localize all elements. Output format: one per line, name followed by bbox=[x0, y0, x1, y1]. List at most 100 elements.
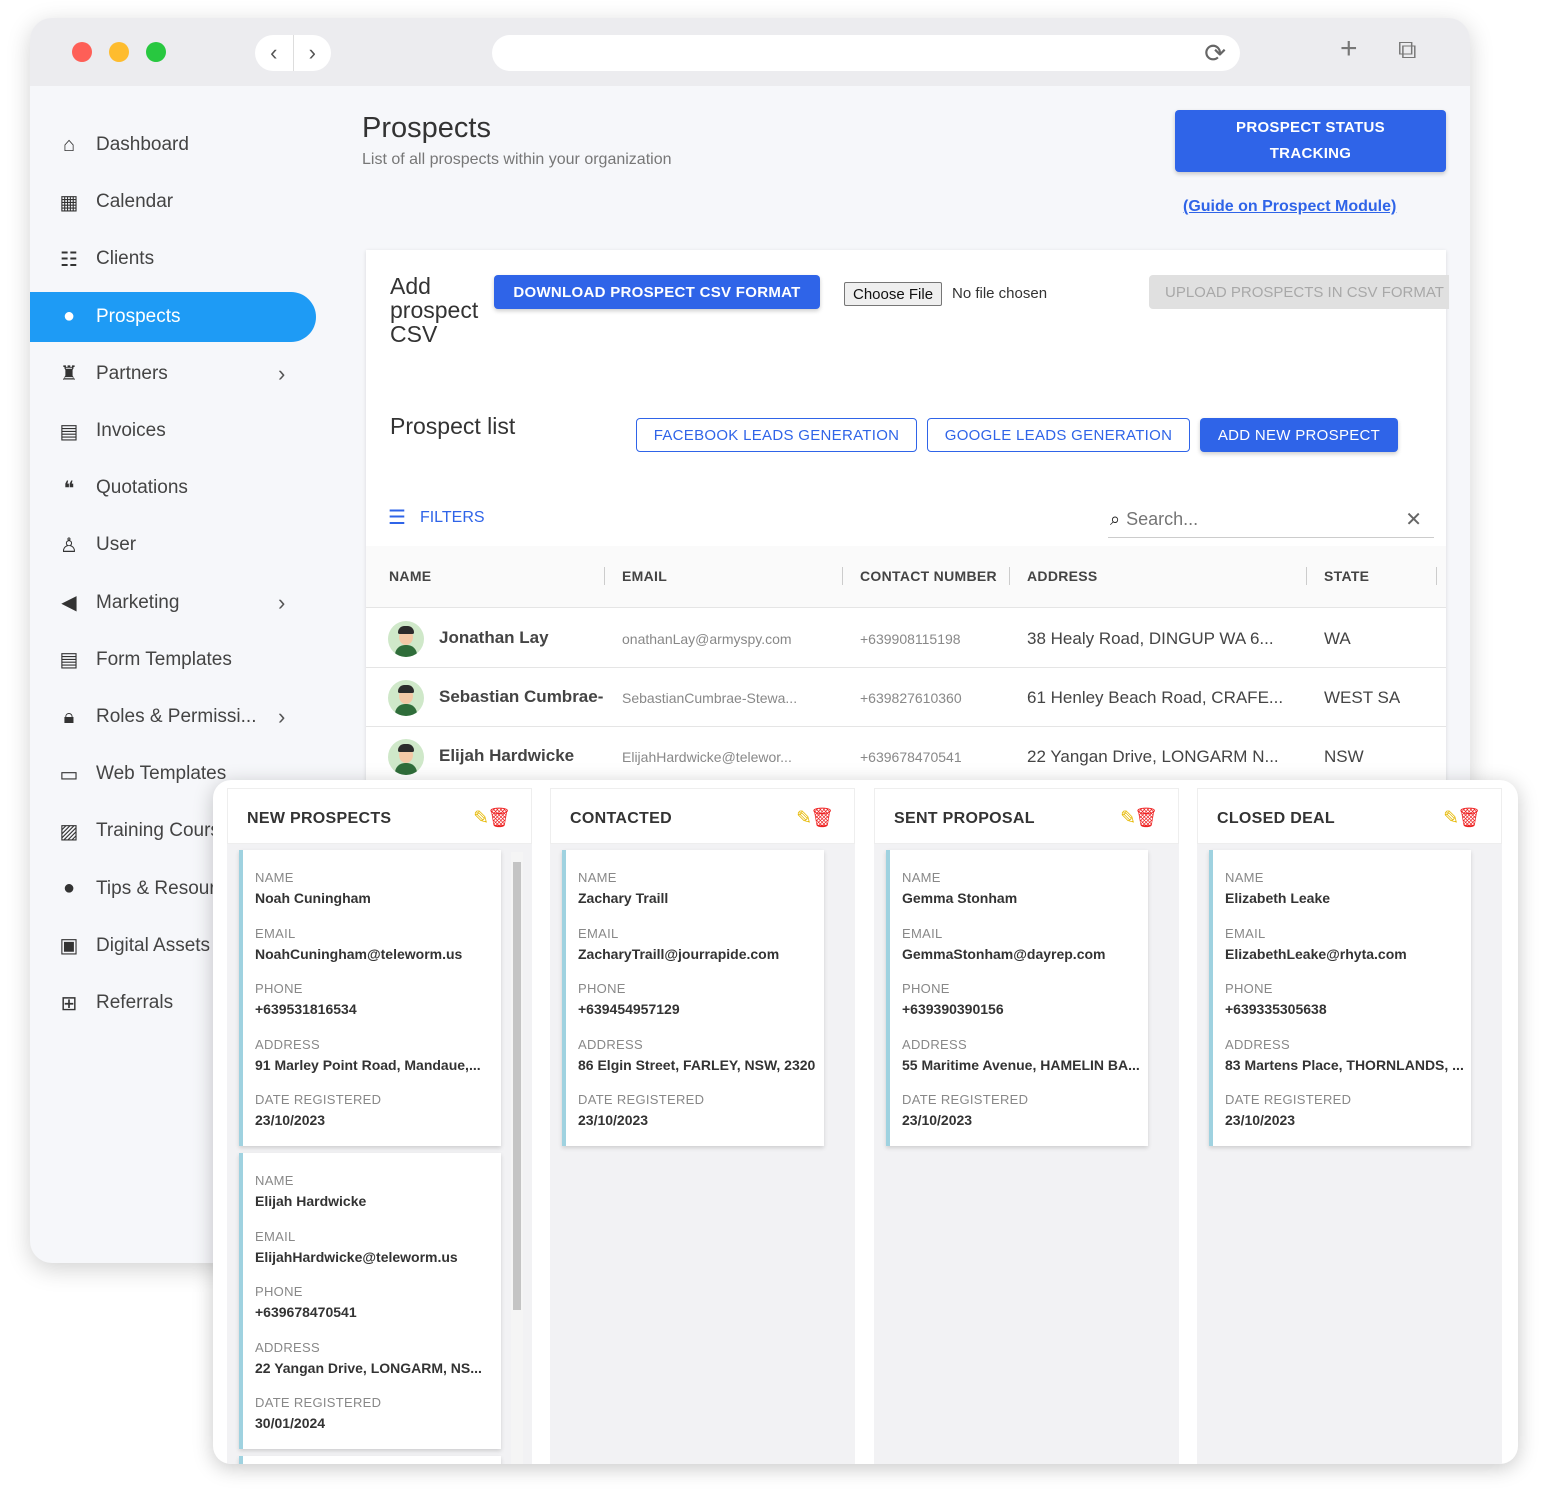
sidebar-item-form-templates[interactable]: ▤ Form Templates bbox=[30, 635, 316, 685]
back-icon[interactable]: ‹ bbox=[255, 35, 293, 71]
card-label-email: EMAIL bbox=[902, 925, 943, 941]
partners-icon: ♜ bbox=[60, 363, 78, 386]
prospect-card[interactable]: NAME Elizabeth Leake EMAIL ElizabethLeake@r… bbox=[1209, 850, 1471, 1146]
prospect-card[interactable]: NAME Noah Cuningham EMAIL NoahCuningham@tel… bbox=[239, 850, 501, 1146]
add-new-prospect-button[interactable]: ADD NEW PROSPECT bbox=[1200, 418, 1398, 452]
card-value-date: 23/10/2023 bbox=[578, 1112, 649, 1128]
scrollbar-thumb[interactable] bbox=[513, 862, 521, 1310]
prospect-card[interactable]: NAME Elijah Hardwicke EMAIL ElijahHardwicke… bbox=[239, 1153, 501, 1449]
card-value-name: Zachary Traill bbox=[578, 890, 669, 906]
sidebar-item-label: Dashboard bbox=[96, 134, 189, 155]
column-header-name[interactable]: NAME bbox=[389, 568, 431, 584]
sidebar-item-clients[interactable]: ☷ Clients bbox=[30, 234, 316, 284]
sidebar-item-user[interactable]: ♙ User bbox=[30, 520, 316, 570]
new-tab-icon[interactable]: + bbox=[1340, 32, 1358, 66]
page-title: Prospects bbox=[362, 112, 491, 144]
prospect-card[interactable]: NAME Zachary Traill EMAIL ZacharyTraill@jou… bbox=[562, 850, 824, 1146]
choose-file-button[interactable]: Choose File bbox=[844, 282, 943, 306]
column-header: CONTACTED ✎ 🗑︎ bbox=[550, 788, 855, 844]
download-csv-button[interactable]: DOWNLOAD PROSPECT CSV FORMAT bbox=[494, 275, 820, 309]
prospect-address: 38 Healy Road, DINGUP WA 6... bbox=[1027, 629, 1274, 648]
address-bar[interactable]: ⟳ bbox=[492, 35, 1240, 71]
quotation-icon: ❝ bbox=[63, 477, 75, 500]
chevron-right-icon[interactable]: › bbox=[278, 590, 285, 616]
invoice-icon: ▤ bbox=[59, 420, 79, 443]
kanban-column-contacted: CONTACTED ✎ 🗑︎ NAME Zachary Traill EMAIL Zacha… bbox=[550, 788, 855, 1464]
column-header-address[interactable]: ADDRESS bbox=[1027, 568, 1098, 584]
card-label-address: ADDRESS bbox=[902, 1036, 967, 1052]
card-value-date: 23/10/2023 bbox=[255, 1112, 326, 1128]
card-label-date: DATE REGISTERED bbox=[255, 1395, 382, 1410]
table-row[interactable]: Elijah Hardwicke ElijahHardwicke@telewor.… bbox=[366, 727, 1446, 786]
card-value-email: ElizabethLeake@rhyta.com bbox=[1225, 945, 1407, 962]
column-title: SENT PROPOSAL bbox=[894, 810, 1035, 827]
sidebar-item-marketing[interactable]: ◀ Marketing › bbox=[30, 578, 316, 628]
sidebar-item-quotations[interactable]: ❝ Quotations bbox=[30, 463, 316, 513]
table-row[interactable]: Sebastian Cumbrae- SebastianCumbrae-Stewa… bbox=[366, 668, 1446, 727]
nav-buttons: ‹ › bbox=[255, 35, 331, 71]
card-label-email: EMAIL bbox=[1225, 925, 1266, 941]
delete-icon[interactable]: 🗑︎ bbox=[487, 806, 511, 830]
card-label-name: NAME bbox=[255, 1173, 294, 1188]
delete-icon[interactable]: 🗑︎ bbox=[1134, 806, 1158, 830]
column-header: CLOSED DEAL ✎ 🗑︎ bbox=[1197, 788, 1502, 844]
sidebar-item-label: Calendar bbox=[96, 191, 174, 213]
delete-icon[interactable]: 🗑︎ bbox=[810, 806, 834, 830]
web-template-icon: ▭ bbox=[59, 763, 79, 786]
lightbulb-icon: ● bbox=[62, 877, 76, 900]
forward-icon[interactable]: › bbox=[292, 35, 332, 71]
sidebar-item-partners[interactable]: ♜ Partners › bbox=[30, 349, 316, 399]
sidebar-item-invoices[interactable]: ▤ Invoices bbox=[30, 406, 316, 456]
prospect-email: ElijahHardwicke@telewor... bbox=[622, 749, 792, 765]
card-value-phone: +639454957129 bbox=[578, 1001, 680, 1017]
column-scrollbar[interactable] bbox=[511, 852, 523, 1464]
card-label-address: ADDRESS bbox=[1225, 1036, 1290, 1052]
card-value-address: 22 Yangan Drive, LONGARM, NS... bbox=[255, 1359, 482, 1376]
card-label-email: EMAIL bbox=[578, 925, 619, 941]
chevron-right-icon[interactable]: › bbox=[278, 704, 285, 730]
maximize-window-button[interactable] bbox=[146, 42, 166, 62]
sidebar-item-dashboard[interactable]: ⌂ Dashboard bbox=[30, 120, 316, 170]
kanban-column-closed-deal: CLOSED DEAL ✎ 🗑︎ NAME Elizabeth Leake EMAIL El… bbox=[1197, 788, 1502, 1464]
tabs-icon[interactable]: ⧉ bbox=[1398, 34, 1417, 66]
sidebar-item-label: Roles & Permissi... bbox=[96, 706, 257, 727]
card-value-address: 55 Maritime Avenue, HAMELIN BA... bbox=[902, 1056, 1140, 1073]
column-header-state[interactable]: STATE bbox=[1324, 568, 1369, 584]
minimize-window-button[interactable] bbox=[109, 42, 129, 62]
card-value-phone: +639335305638 bbox=[1225, 1001, 1327, 1017]
kanban-board: NEW PROSPECTS ✎ 🗑︎ NAME Noah Cuningham EMAIL N… bbox=[213, 780, 1518, 1464]
facebook-leads-button[interactable]: FACEBOOK LEADS GENERATION bbox=[636, 418, 917, 452]
prospect-name: Sebastian Cumbrae- bbox=[439, 687, 604, 706]
card-value-phone: +639531816534 bbox=[255, 1001, 357, 1017]
sidebar-item-roles-permissi[interactable]: 🔒︎ Roles & Permissi... › bbox=[30, 692, 316, 742]
prospect-status-tracking-button[interactable]: PROSPECT STATUS TRACKING bbox=[1175, 110, 1446, 172]
card-label-phone: PHONE bbox=[255, 981, 303, 996]
google-leads-button[interactable]: GOOGLE LEADS GENERATION bbox=[927, 418, 1190, 452]
card-label-name: NAME bbox=[1225, 870, 1264, 885]
sidebar-item-label: Digital Assets bbox=[96, 934, 211, 956]
referral-icon: ⊞ bbox=[60, 992, 78, 1015]
filter-icon: ☰ bbox=[388, 507, 406, 529]
clear-search-icon[interactable]: ✕ bbox=[1405, 507, 1422, 532]
prospect-card[interactable]: NAME Gemma Stonham EMAIL GemmaStonham@dayre… bbox=[886, 850, 1148, 1146]
filters-button[interactable]: ☰ FILTERS bbox=[388, 505, 485, 530]
card-label-date: DATE REGISTERED bbox=[578, 1092, 705, 1107]
prospect-card[interactable] bbox=[239, 1456, 501, 1464]
column-header-email[interactable]: EMAIL bbox=[622, 568, 667, 584]
reload-icon[interactable]: ⟳ bbox=[1204, 38, 1226, 69]
chevron-right-icon[interactable]: › bbox=[278, 361, 285, 387]
close-window-button[interactable] bbox=[72, 42, 92, 62]
prospect-phone: +639678470541 bbox=[860, 749, 962, 765]
table-row[interactable]: Jonathan Lay onathanLay@armyspy.com +63990… bbox=[366, 609, 1446, 668]
search-input[interactable] bbox=[1126, 509, 1387, 530]
upload-csv-button[interactable]: UPLOAD PROSPECTS IN CSV FORMAT bbox=[1149, 275, 1449, 309]
sidebar-item-label: Prospects bbox=[96, 305, 181, 327]
delete-icon[interactable]: 🗑︎ bbox=[1457, 806, 1481, 830]
sidebar-item-label: Referrals bbox=[96, 992, 174, 1013]
training-icon: ▨ bbox=[59, 820, 79, 843]
column-header-contact[interactable]: CONTACT NUMBER bbox=[860, 568, 997, 584]
guide-link[interactable]: (Guide on Prospect Module) bbox=[1183, 198, 1396, 216]
sidebar-item-calendar[interactable]: ▦ Calendar bbox=[30, 177, 316, 227]
sidebar-item-prospects[interactable]: ● Prospects bbox=[30, 291, 316, 342]
card-label-phone: PHONE bbox=[902, 981, 950, 996]
